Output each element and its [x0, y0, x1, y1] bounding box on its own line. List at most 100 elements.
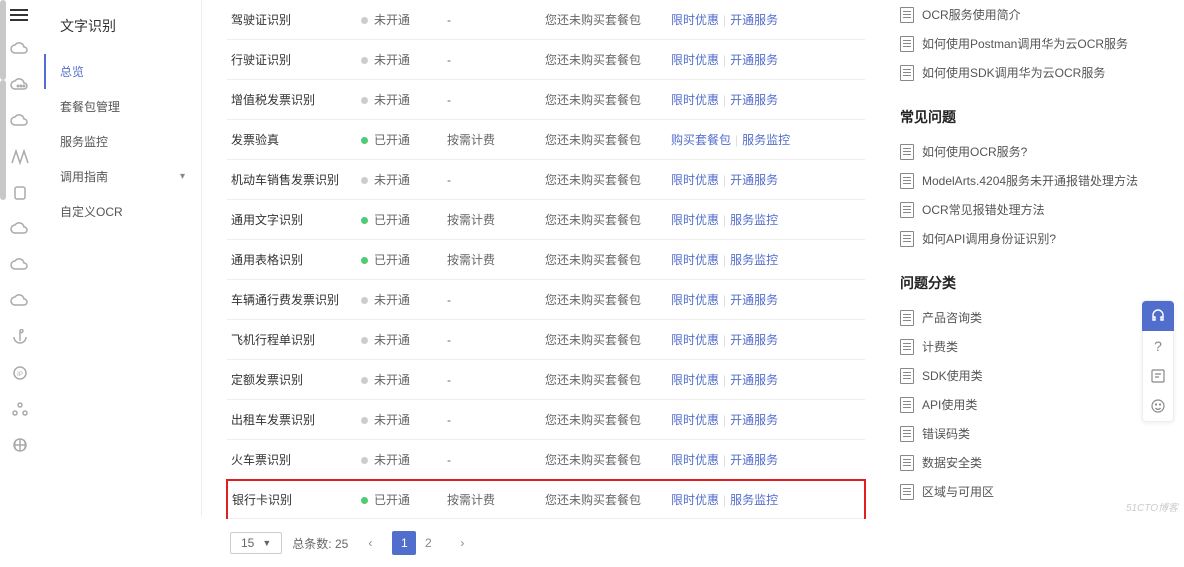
- faq-item-2[interactable]: OCR常见报错处理方法: [900, 195, 1144, 224]
- action-promo[interactable]: 限时优惠: [671, 293, 719, 307]
- cloud-icon-5[interactable]: [10, 292, 30, 310]
- action-enable[interactable]: 开通服务: [730, 93, 778, 107]
- faq-item-0[interactable]: 如何使用OCR服务?: [900, 137, 1144, 166]
- page-1[interactable]: 1: [392, 531, 416, 555]
- billing-mode: -: [443, 320, 541, 360]
- action-promo[interactable]: 限时优惠: [671, 373, 719, 387]
- action-promo[interactable]: 限时优惠: [671, 93, 719, 107]
- cloud-icon-3[interactable]: [10, 220, 30, 238]
- document-icon: [900, 426, 914, 442]
- action-monitor[interactable]: 服务监控: [742, 133, 790, 147]
- billing-mode: 按需计费: [443, 240, 541, 280]
- smile-icon[interactable]: [1142, 391, 1174, 421]
- ip-icon[interactable]: IP: [10, 364, 30, 382]
- top-doc-0[interactable]: OCR服务使用简介: [900, 0, 1144, 29]
- action-promo[interactable]: 限时优惠: [671, 493, 719, 507]
- doc-label: 如何使用SDK调用华为云OCR服务: [922, 64, 1105, 81]
- sidebar-item-1[interactable]: 套餐包管理: [44, 89, 201, 124]
- headset-icon[interactable]: [1142, 301, 1174, 331]
- action-enable[interactable]: 开通服务: [730, 413, 778, 427]
- action-enable[interactable]: 开通服务: [730, 293, 778, 307]
- status-dot-icon: [361, 17, 368, 24]
- action-buy[interactable]: 购买套餐包: [671, 133, 731, 147]
- document-icon: [900, 339, 914, 355]
- sidebar-item-label: 调用指南: [60, 168, 108, 185]
- cat-item-3[interactable]: API使用类: [900, 390, 1144, 419]
- status-dot-icon: [361, 177, 368, 184]
- doc-label: 如何使用OCR服务?: [922, 143, 1027, 160]
- action-promo[interactable]: 限时优惠: [671, 453, 719, 467]
- row-actions: 限时优惠|服务监控: [667, 240, 865, 280]
- faq-item-1[interactable]: ModelArts.4204服务未开通报错处理方法: [900, 166, 1144, 195]
- package-status: 您还未购买套餐包: [541, 360, 667, 400]
- action-promo[interactable]: 限时优惠: [671, 173, 719, 187]
- feedback-icon[interactable]: [1142, 361, 1174, 391]
- cat-item-4[interactable]: 错误码类: [900, 419, 1144, 448]
- action-enable[interactable]: 开通服务: [730, 13, 778, 27]
- action-monitor[interactable]: 服务监控: [730, 253, 778, 267]
- cloud-icon[interactable]: [10, 40, 30, 58]
- cat-item-1[interactable]: 计费类: [900, 332, 1144, 361]
- action-enable[interactable]: 开通服务: [730, 453, 778, 467]
- action-promo[interactable]: 限时优惠: [671, 213, 719, 227]
- status-dot-icon: [361, 97, 368, 104]
- top-doc-1[interactable]: 如何使用Postman调用华为云OCR服务: [900, 29, 1144, 58]
- faq-item-3[interactable]: 如何API调用身份证识别?: [900, 224, 1144, 253]
- cloud-dots-icon[interactable]: [10, 76, 30, 94]
- service-name: 定额发票识别: [227, 360, 357, 400]
- sidebar-item-3[interactable]: 调用指南▾: [44, 159, 201, 194]
- page-size-select[interactable]: 15 ▼: [230, 532, 282, 554]
- cloud-icon-2[interactable]: [10, 112, 30, 130]
- globe-icon[interactable]: [10, 436, 30, 454]
- action-promo[interactable]: 限时优惠: [671, 253, 719, 267]
- map-icon[interactable]: [10, 148, 30, 166]
- package-status: 您还未购买套餐包: [541, 0, 667, 40]
- status-dot-icon: [361, 377, 368, 384]
- table-row: 飞机行程单识别未开通-您还未购买套餐包限时优惠|开通服务: [227, 320, 865, 360]
- action-enable[interactable]: 开通服务: [730, 53, 778, 67]
- page-size-value: 15: [241, 536, 254, 550]
- action-enable[interactable]: 开通服务: [730, 373, 778, 387]
- doc-label: 如何API调用身份证识别?: [922, 230, 1056, 247]
- status-dot-icon: [361, 417, 368, 424]
- cat-item-0[interactable]: 产品咨询类: [900, 303, 1144, 332]
- action-promo[interactable]: 限时优惠: [671, 53, 719, 67]
- page-2[interactable]: 2: [416, 531, 440, 555]
- cloud-icon-4[interactable]: [10, 256, 30, 274]
- package-status: 您还未购买套餐包: [541, 440, 667, 481]
- nodes-icon[interactable]: [10, 400, 30, 418]
- cat-item-6[interactable]: 区域与可用区: [900, 477, 1144, 506]
- status-dot-icon: [361, 337, 368, 344]
- sidebar-item-4[interactable]: 自定义OCR: [44, 194, 201, 229]
- sidebar-item-0[interactable]: 总览: [44, 54, 201, 89]
- device-icon[interactable]: [10, 184, 30, 202]
- action-monitor[interactable]: 服务监控: [730, 493, 778, 507]
- action-promo[interactable]: 限时优惠: [671, 13, 719, 27]
- action-promo[interactable]: 限时优惠: [671, 333, 719, 347]
- document-icon: [900, 484, 914, 500]
- page-next[interactable]: ›: [450, 531, 474, 555]
- table-row: 通用表格识别已开通按需计费您还未购买套餐包限时优惠|服务监控: [227, 240, 865, 280]
- document-icon: [900, 310, 914, 326]
- table-row: 车辆通行费发票识别未开通-您还未购买套餐包限时优惠|开通服务: [227, 280, 865, 320]
- anchor-icon[interactable]: [10, 328, 30, 346]
- sidebar-item-2[interactable]: 服务监控: [44, 124, 201, 159]
- cat-item-5[interactable]: 数据安全类: [900, 448, 1144, 477]
- page-prev[interactable]: ‹: [358, 531, 382, 555]
- status-dot-icon: [361, 297, 368, 304]
- action-promo[interactable]: 限时优惠: [671, 413, 719, 427]
- billing-mode: 按需计费: [443, 200, 541, 240]
- action-monitor[interactable]: 服务监控: [730, 213, 778, 227]
- help-icon[interactable]: ?: [1142, 331, 1174, 361]
- action-enable[interactable]: 开通服务: [730, 173, 778, 187]
- service-status: 已开通: [357, 240, 443, 280]
- action-enable[interactable]: 开通服务: [730, 333, 778, 347]
- top-doc-2[interactable]: 如何使用SDK调用华为云OCR服务: [900, 58, 1144, 87]
- row-actions: 购买套餐包|服务监控: [667, 120, 865, 160]
- status-dot-icon: [361, 57, 368, 64]
- hamburger-menu[interactable]: [10, 6, 28, 24]
- cat-item-2[interactable]: SDK使用类: [900, 361, 1144, 390]
- row-actions: 限时优惠|开通服务: [667, 400, 865, 440]
- service-status: 未开通: [357, 80, 443, 120]
- document-icon: [900, 231, 914, 247]
